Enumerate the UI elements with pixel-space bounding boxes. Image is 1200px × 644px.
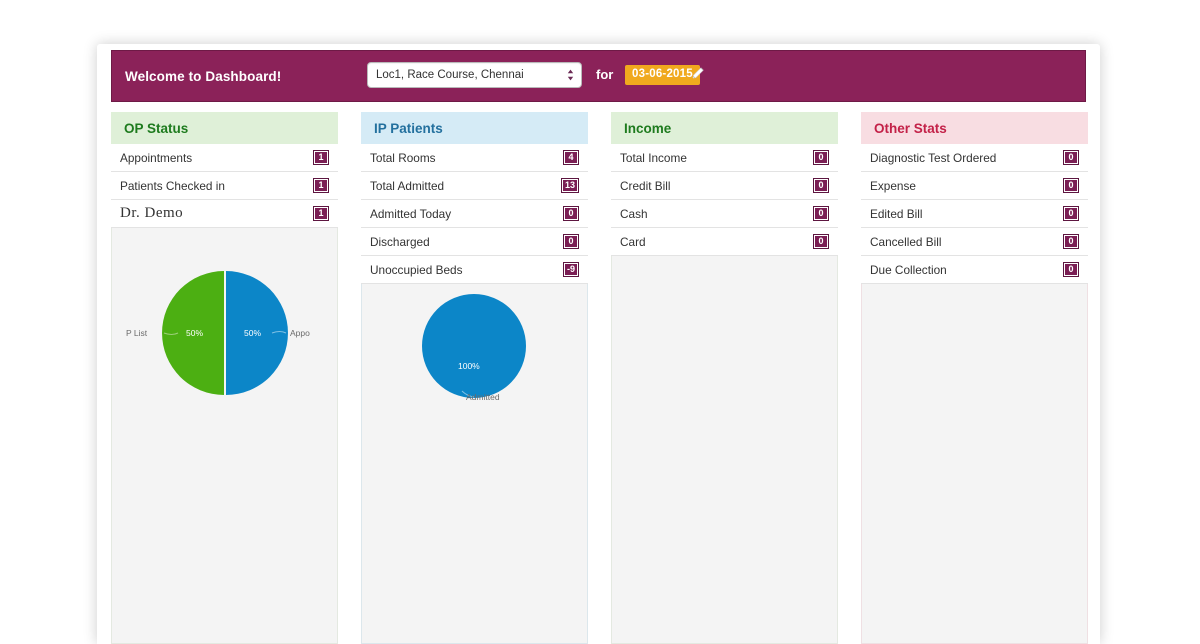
pie-label-admitted: Admitted — [466, 392, 500, 402]
status-badge: 0 — [1063, 150, 1079, 165]
status-badge: 1 — [313, 206, 329, 221]
panel-op-status: OP Status Appointments 1 Patients Checke… — [111, 112, 338, 644]
stat-row[interactable]: Admitted Today 0 — [361, 200, 588, 228]
stat-row[interactable]: Unoccupied Beds -9 — [361, 256, 588, 284]
status-badge: 0 — [1063, 206, 1079, 221]
stat-label: Patients Checked in — [120, 178, 225, 193]
stat-row[interactable]: Total Rooms 4 — [361, 144, 588, 172]
stat-label: Card — [620, 234, 646, 249]
stat-label: Discharged — [370, 234, 430, 249]
stat-row[interactable]: Due Collection 0 — [861, 256, 1088, 284]
updown-stepper-icon — [562, 63, 578, 87]
stat-label: Total Rooms — [370, 150, 436, 165]
panel-title-other-stats: Other Stats — [861, 112, 1088, 144]
status-badge: 13 — [560, 178, 579, 193]
status-badge: 0 — [813, 178, 829, 193]
location-select[interactable]: Loc1, Race Course, Chennai — [367, 62, 582, 88]
for-label: for — [596, 67, 614, 82]
stat-row[interactable]: Patients Checked in 1 — [111, 172, 338, 200]
panel-ip-patients: IP Patients Total Rooms 4 Total Admitted… — [361, 112, 588, 644]
stat-label: Edited Bill — [870, 206, 923, 221]
ip-patients-pie-chart: 100% Admitted — [422, 294, 526, 402]
welcome-title: Welcome to Dashboard! — [125, 68, 282, 84]
stat-label: Cash — [620, 206, 648, 221]
stat-label: Admitted Today — [370, 206, 452, 221]
stat-label: Appointments — [120, 150, 193, 165]
stat-row[interactable]: Expense 0 — [861, 172, 1088, 200]
status-badge: 4 — [563, 150, 579, 165]
stat-row[interactable]: Cash 0 — [611, 200, 838, 228]
status-badge: 0 — [1063, 178, 1079, 193]
pie-value-p-list: 50% — [186, 328, 203, 338]
stat-label: Credit Bill — [620, 178, 671, 193]
stat-label: Unoccupied Beds — [370, 262, 463, 277]
stat-label: Expense — [870, 178, 916, 193]
stat-label: Total Income — [620, 150, 687, 165]
status-badge: 0 — [563, 206, 579, 221]
screenshot-stage: Welcome to Dashboard! Loc1, Race Course,… — [0, 0, 1200, 644]
stat-row[interactable]: Diagnostic Test Ordered 0 — [861, 144, 1088, 172]
status-badge: 1 — [313, 150, 329, 165]
status-badge: 0 — [1063, 262, 1079, 277]
status-badge: 0 — [1063, 234, 1079, 249]
pencil-icon[interactable] — [690, 65, 706, 81]
pie-label-appo: Appo — [290, 328, 310, 338]
panel-income: Income Total Income 0 Credit Bill 0 Cash… — [611, 112, 838, 644]
other-stats-chart-area — [861, 284, 1088, 644]
status-badge: 0 — [563, 234, 579, 249]
status-badge: -9 — [562, 262, 579, 277]
stat-row[interactable]: Discharged 0 — [361, 228, 588, 256]
stat-row[interactable]: Total Income 0 — [611, 144, 838, 172]
stat-label: Total Admitted — [370, 178, 445, 193]
panel-title-income: Income — [611, 112, 838, 144]
panel-other-stats: Other Stats Diagnostic Test Ordered 0 Ex… — [861, 112, 1088, 644]
status-badge: 0 — [813, 234, 829, 249]
stat-label: Cancelled Bill — [870, 234, 942, 249]
location-select-value: Loc1, Race Course, Chennai — [376, 69, 524, 81]
status-badge: 0 — [813, 150, 829, 165]
stat-row[interactable]: Cancelled Bill 0 — [861, 228, 1088, 256]
date-badge[interactable]: 03-06-2015 — [625, 65, 700, 85]
stat-row[interactable]: Card 0 — [611, 228, 838, 256]
stat-row-doctor[interactable]: Dr. Demo 1 — [111, 200, 338, 228]
panel-title-ip-patients: IP Patients — [361, 112, 588, 144]
income-chart-area — [611, 256, 838, 644]
ip-patients-chart-area: 100% Admitted — [361, 284, 588, 644]
stat-row[interactable]: Appointments 1 — [111, 144, 338, 172]
pie-value-admitted: 100% — [458, 361, 480, 371]
status-badge: 1 — [313, 178, 329, 193]
stat-row[interactable]: Total Admitted 13 — [361, 172, 588, 200]
pie-value-appo: 50% — [244, 328, 261, 338]
stat-label: Dr. Demo — [120, 205, 184, 221]
stat-label: Diagnostic Test Ordered — [870, 150, 997, 165]
dashboard-panels: OP Status Appointments 1 Patients Checke… — [111, 112, 1088, 644]
op-status-chart-area: P List 50% 50% Appo — [111, 228, 338, 644]
stat-row[interactable]: Credit Bill 0 — [611, 172, 838, 200]
dashboard-page-container: Welcome to Dashboard! Loc1, Race Course,… — [97, 44, 1100, 644]
status-badge: 0 — [813, 206, 829, 221]
stat-row[interactable]: Edited Bill 0 — [861, 200, 1088, 228]
pie-label-p-list: P List — [126, 328, 148, 338]
stat-label: Due Collection — [870, 262, 947, 277]
panel-title-op-status: OP Status — [111, 112, 338, 144]
dashboard-header-bar: Welcome to Dashboard! Loc1, Race Course,… — [111, 50, 1086, 102]
op-status-pie-chart: P List 50% 50% Appo — [126, 271, 310, 395]
